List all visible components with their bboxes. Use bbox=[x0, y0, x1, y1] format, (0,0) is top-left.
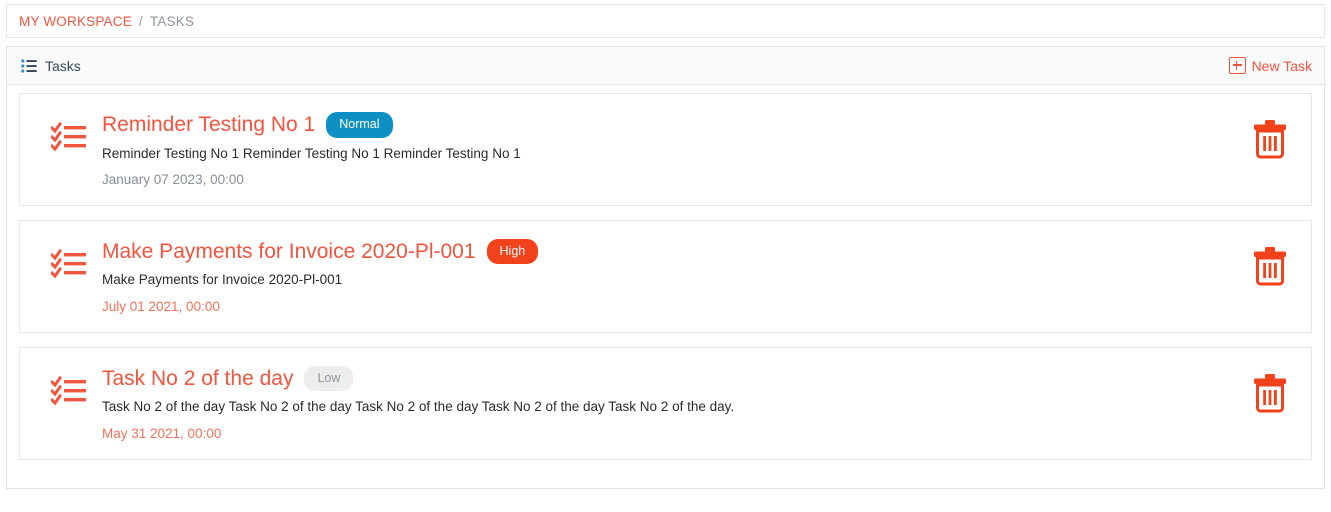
task-actions bbox=[1251, 110, 1297, 160]
breadcrumb-current-tasks: TASKS bbox=[150, 14, 194, 29]
task-card[interactable]: Task No 2 of the day Low Task No 2 of th… bbox=[19, 347, 1312, 460]
priority-badge: Low bbox=[304, 366, 353, 392]
task-card[interactable]: Reminder Testing No 1 Normal Reminder Te… bbox=[19, 93, 1312, 206]
delete-task-button[interactable] bbox=[1251, 372, 1289, 414]
task-title[interactable]: Task No 2 of the day bbox=[102, 367, 293, 391]
task-description: Task No 2 of the day Task No 2 of the da… bbox=[102, 398, 1251, 417]
task-body: Make Payments for Invoice 2020-Pl-001 Hi… bbox=[102, 237, 1251, 316]
trash-icon bbox=[1251, 402, 1289, 417]
task-actions bbox=[1251, 237, 1297, 287]
breadcrumb-separator: / bbox=[139, 14, 143, 29]
task-body: Reminder Testing No 1 Normal Reminder Te… bbox=[102, 110, 1251, 189]
task-due-date: July 01 2021, 00:00 bbox=[102, 298, 1251, 316]
task-actions bbox=[1251, 364, 1297, 414]
delete-task-button[interactable] bbox=[1251, 118, 1289, 160]
task-description: Make Payments for Invoice 2020-Pl-001 bbox=[102, 271, 1251, 290]
task-description: Reminder Testing No 1 Reminder Testing N… bbox=[102, 145, 1251, 164]
task-due-date: January 07 2023, 00:00 bbox=[102, 171, 1251, 189]
task-icon-cell bbox=[36, 237, 102, 284]
task-title[interactable]: Reminder Testing No 1 bbox=[102, 113, 315, 137]
tasks-panel-header: Tasks New Task bbox=[7, 47, 1324, 85]
task-title-row: Task No 2 of the day Low bbox=[102, 366, 1251, 392]
priority-badge: Normal bbox=[326, 112, 392, 138]
checklist-icon bbox=[51, 249, 87, 284]
priority-badge: High bbox=[487, 239, 539, 265]
delete-task-button[interactable] bbox=[1251, 245, 1289, 287]
checklist-icon bbox=[51, 376, 87, 411]
breadcrumb: MY WORKSPACE / TASKS bbox=[6, 4, 1325, 38]
trash-icon bbox=[1251, 275, 1289, 290]
task-due-date: May 31 2021, 00:00 bbox=[102, 425, 1251, 443]
list-icon bbox=[21, 59, 37, 73]
breadcrumb-link-workspace[interactable]: MY WORKSPACE bbox=[19, 14, 132, 29]
new-task-button-label: New Task bbox=[1252, 58, 1312, 74]
task-title[interactable]: Make Payments for Invoice 2020-Pl-001 bbox=[102, 240, 476, 264]
task-body: Task No 2 of the day Low Task No 2 of th… bbox=[102, 364, 1251, 443]
plus-icon bbox=[1229, 57, 1246, 74]
task-icon-cell bbox=[36, 110, 102, 157]
panel-title: Tasks bbox=[45, 58, 81, 74]
checklist-icon bbox=[51, 122, 87, 157]
trash-icon bbox=[1251, 148, 1289, 163]
task-card[interactable]: Make Payments for Invoice 2020-Pl-001 Hi… bbox=[19, 220, 1312, 333]
task-title-row: Make Payments for Invoice 2020-Pl-001 Hi… bbox=[102, 239, 1251, 265]
task-icon-cell bbox=[36, 364, 102, 411]
tasks-panel-header-left: Tasks bbox=[21, 58, 81, 74]
new-task-button[interactable]: New Task bbox=[1229, 57, 1312, 74]
task-list: Reminder Testing No 1 Normal Reminder Te… bbox=[7, 85, 1324, 460]
tasks-panel: Tasks New Task Reminder Testing bbox=[6, 46, 1325, 489]
task-title-row: Reminder Testing No 1 Normal bbox=[102, 112, 1251, 138]
